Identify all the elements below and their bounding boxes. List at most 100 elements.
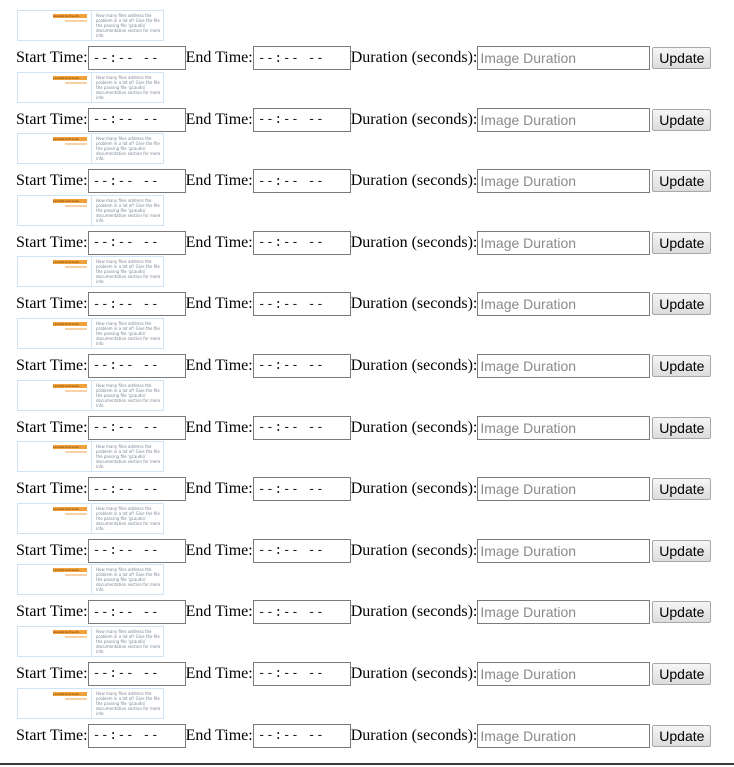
image-row: parallel-bufcauds How many files address … [16,133,716,195]
thumbnail-subtitle-bar [65,20,87,22]
image-row: parallel-bufcauds How many files address … [16,441,716,503]
start-time-label: Start Time: [16,172,88,190]
thumbnail-title: parallel-bufcauds [53,568,87,573]
start-time-input[interactable] [87,292,186,317]
image-thumbnail[interactable]: parallel-bufcauds How many files address … [17,687,164,719]
image-thumbnail[interactable]: parallel-bufcauds How many files address … [17,441,164,473]
start-time-label: Start Time: [16,418,88,436]
duration-label: Duration (seconds): [350,233,478,251]
timing-controls: Start Time: End Time: Duration (seconds): U… [16,107,712,132]
image-thumbnail[interactable]: parallel-bufcauds How many files address … [17,194,164,226]
thumbnail-subtitle-bar [65,697,87,700]
update-button[interactable]: Update [652,416,712,439]
duration-label: Duration (seconds): [350,726,478,744]
end-time-input[interactable] [252,600,351,625]
image-timing-list: parallel-bufcauds How many files address … [16,10,716,749]
duration-input[interactable] [477,538,651,563]
end-time-input[interactable] [252,169,351,194]
duration-input[interactable] [477,292,651,317]
start-time-input[interactable] [87,723,186,748]
end-time-input[interactable] [252,292,351,317]
end-time-input[interactable] [252,230,351,255]
end-time-input[interactable] [252,477,351,502]
thumbnail-left-panel: parallel-bufcauds [18,688,92,718]
duration-input[interactable] [477,477,651,502]
start-time-input[interactable] [87,230,186,255]
update-button[interactable]: Update [652,47,712,69]
update-button[interactable]: Update [652,478,712,501]
duration-input[interactable] [477,415,651,440]
image-row: parallel-bufcauds How many files address … [16,256,716,318]
start-time-input[interactable] [87,600,186,625]
update-button[interactable]: Update [652,539,712,562]
end-time-label: End Time: [185,233,253,251]
thumbnail-subtitle-bar [65,81,87,84]
end-time-label: End Time: [185,603,253,621]
duration-input[interactable] [477,661,651,686]
duration-input[interactable] [477,46,651,70]
start-time-input[interactable] [87,477,186,502]
thumbnail-subtitle-bar [65,266,87,269]
duration-input[interactable] [477,107,651,132]
start-time-input[interactable] [87,353,186,378]
image-thumbnail[interactable]: parallel-bufcauds How many files address … [17,256,164,288]
thumbnail-body-text: How many files address the problem in a … [96,136,161,162]
start-time-input[interactable] [87,46,186,70]
image-thumbnail[interactable]: parallel-bufcauds How many files address … [17,564,164,596]
thumbnail-title: parallel-bufcauds [53,260,87,265]
update-button[interactable]: Update [652,354,712,377]
thumbnail-body-text: How many files address the problem in a … [96,382,161,408]
end-time-label: End Time: [185,418,253,436]
start-time-input[interactable] [87,538,186,563]
update-button[interactable]: Update [652,724,712,747]
thumbnail-left-panel: parallel-bufcauds [18,626,92,656]
thumbnail-body-text: How many files address the problem in a … [96,628,161,654]
timing-controls: Start Time: End Time: Duration (seconds): U… [16,353,712,378]
start-time-input[interactable] [87,661,186,686]
image-thumbnail[interactable]: parallel-bufcauds How many files address … [17,133,164,165]
end-time-label: End Time: [185,664,253,682]
update-button[interactable]: Update [652,231,712,254]
image-thumbnail[interactable]: parallel-bufcauds How many files address … [17,379,164,411]
end-time-input[interactable] [252,415,351,440]
image-thumbnail[interactable]: parallel-bufcauds How many files address … [17,71,164,103]
update-button[interactable]: Update [652,293,712,316]
end-time-input[interactable] [252,538,351,563]
thumbnail-title: parallel-bufcauds [53,691,87,696]
update-button[interactable]: Update [652,662,712,685]
duration-input[interactable] [477,353,651,378]
image-thumbnail[interactable]: parallel-bufcauds How many files address … [17,502,164,534]
image-thumbnail[interactable]: parallel-bufcauds How many files address … [17,625,164,657]
start-time-input[interactable] [87,107,186,132]
timing-controls: Start Time: End Time: Duration (seconds): U… [16,538,712,563]
duration-input[interactable] [477,230,651,255]
duration-label: Duration (seconds): [350,295,478,313]
thumbnail-title: parallel-bufcauds [53,506,87,511]
update-button[interactable]: Update [652,601,712,624]
end-time-input[interactable] [252,661,351,686]
image-thumbnail[interactable]: parallel-bufcauds How many files address … [17,317,164,349]
end-time-input[interactable] [252,353,351,378]
image-row: parallel-bufcauds How many files address … [16,71,716,134]
end-time-input[interactable] [252,723,351,748]
end-time-input[interactable] [252,107,351,132]
thumbnail-body-text: How many files address the problem in a … [96,444,161,470]
start-time-input[interactable] [87,169,186,194]
end-time-label: End Time: [185,49,253,66]
update-button[interactable]: Update [652,170,712,193]
start-time-input[interactable] [87,415,186,440]
end-time-input[interactable] [252,46,351,70]
update-button[interactable]: Update [652,108,712,131]
thumbnail-left-panel: parallel-bufcauds [18,442,92,472]
thumbnail-body-text: How many files address the problem in a … [96,505,161,531]
duration-input[interactable] [477,169,651,194]
start-time-label: Start Time: [16,233,88,251]
image-thumbnail[interactable]: parallel-bufcauds How many files address … [17,10,164,41]
duration-input[interactable] [477,600,651,625]
image-row: parallel-bufcauds How many files address … [16,194,716,257]
thumbnail-left-panel: parallel-bufcauds [18,11,92,40]
thumbnail-title: parallel-bufcauds [53,321,87,326]
end-time-label: End Time: [185,295,253,313]
duration-input[interactable] [477,723,651,748]
timing-controls: Start Time: End Time: Duration (seconds): U… [16,415,712,440]
